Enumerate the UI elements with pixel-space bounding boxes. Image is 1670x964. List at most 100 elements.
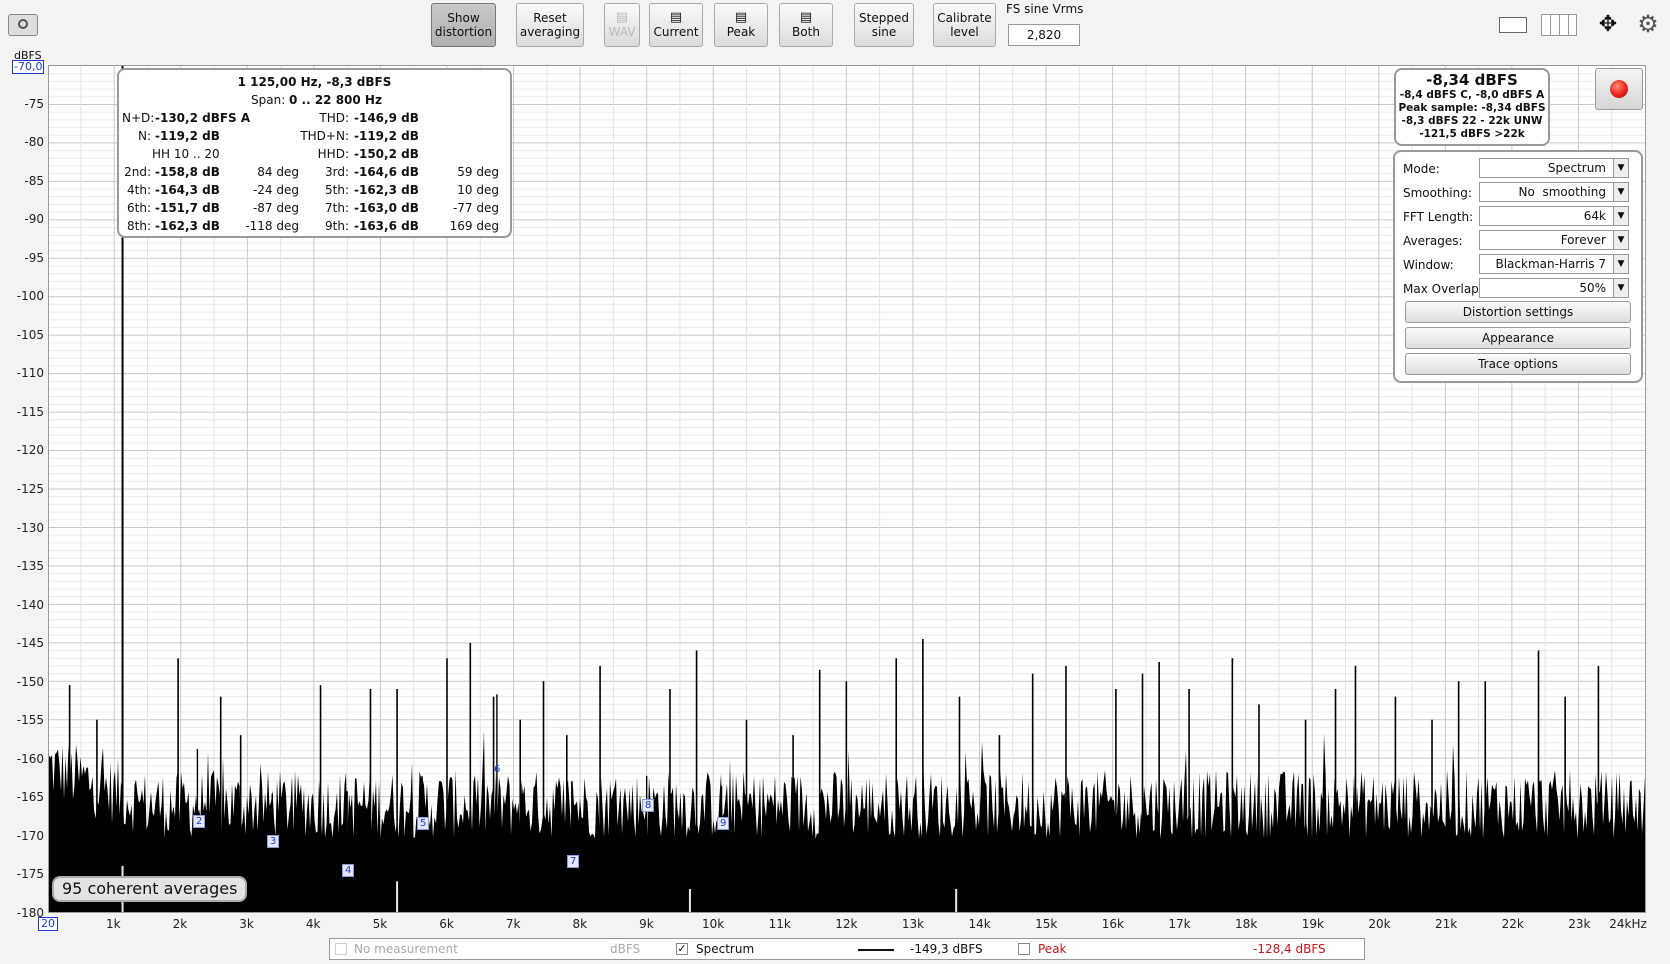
harmonic-level: -163,6 dB (354, 219, 419, 233)
harmonic-marker-8[interactable]: 8 (642, 799, 655, 812)
gear-icon[interactable]: ⚙ (1634, 10, 1662, 38)
mode-value: Spectrum (1547, 161, 1606, 175)
harmonic-phase: 84 deg (257, 165, 299, 179)
harmonic-level: -162,3 dB (155, 219, 220, 233)
fs-sine-label: FS sine Vrms (1006, 2, 1084, 16)
span-label: Span: (251, 93, 286, 107)
averages-select[interactable]: Forever ▼ (1479, 230, 1629, 250)
spectrum-checkbox[interactable]: ✓ (676, 943, 688, 955)
level-line-4: -121,5 dBFS >22k (1419, 128, 1525, 140)
fs-sine-input[interactable]: 2,820 (1008, 24, 1080, 46)
span-value: 0 .. 22 800 Hz (289, 93, 382, 107)
split-view-icon[interactable] (1541, 14, 1577, 36)
analyzer-settings-panel: Mode: Spectrum ▼ Smoothing: No smoothing ▼… (1393, 150, 1643, 383)
harmonic-marker-3[interactable]: 3 (267, 835, 280, 848)
y-axis-top-value[interactable]: -70,0 (12, 60, 45, 74)
harmonic-label: 5th: (325, 183, 349, 197)
fft-length-select[interactable]: 64k ▼ (1479, 206, 1629, 226)
floppy-disk-icon: ▤ (615, 10, 629, 25)
x-tick-label: 9k (639, 917, 654, 931)
save-both-button[interactable]: ▤ Both (779, 3, 833, 47)
harmonic-marker-2[interactable]: 2 (193, 815, 206, 828)
chevron-down-icon: ▼ (1613, 158, 1629, 178)
snapshot-camera-icon[interactable] (8, 14, 38, 36)
harmonic-phase: -77 deg (452, 201, 499, 215)
appearance-button[interactable]: Appearance (1405, 327, 1631, 349)
show-distortion-label: Show distortion (434, 11, 493, 39)
chevron-down-icon: ▼ (1613, 254, 1629, 274)
x-tick-label: 7k (505, 917, 521, 931)
harmonic-marker-6[interactable]: 6 (492, 764, 502, 775)
harmonic-label: 4th: (127, 183, 151, 197)
max-overlap-select[interactable]: 50% ▼ (1479, 278, 1629, 298)
no-measurement-checkbox[interactable] (335, 943, 347, 955)
y-tick-label: -100 (16, 289, 44, 304)
thd-value: -146,9 dB (354, 111, 419, 125)
calibrate-level-button[interactable]: Calibrate level (933, 3, 996, 47)
fft-length-label: FFT Length: (1403, 210, 1474, 224)
mode-select[interactable]: Spectrum ▼ (1479, 158, 1629, 178)
harmonic-marker-9[interactable]: 9 (717, 817, 730, 830)
show-distortion-button[interactable]: Show distortion (431, 3, 496, 47)
hhd-label: HHD: (317, 147, 349, 161)
x-tick-label: 15k (1035, 917, 1058, 931)
chevron-down-icon: ▼ (1613, 182, 1629, 202)
level-readout-panel: -8,34 dBFS -8,4 dBFS C, -8,0 dBFS A Peak… (1394, 68, 1550, 146)
x-tick-label: 23k (1568, 917, 1591, 931)
harmonic-label: 6th: (127, 201, 151, 215)
y-tick-label: -85 (24, 173, 44, 188)
save-wav-button[interactable]: ▤ WAV (604, 3, 640, 47)
harmonic-phase: 169 deg (449, 219, 499, 233)
y-tick-label: -160 (16, 751, 44, 766)
x-tick-label: 11k (768, 917, 791, 931)
stepped-sine-button[interactable]: Stepped sine (854, 3, 914, 47)
y-tick-label: -115 (16, 404, 44, 419)
harmonic-marker-5[interactable]: 5 (417, 817, 430, 830)
harmonic-level: -164,6 dB (354, 165, 419, 179)
x-tick-label: 14k (968, 917, 991, 931)
window-select[interactable]: Blackman-Harris 7 ▼ (1479, 254, 1629, 274)
calibrate-level-label: Calibrate level (937, 11, 992, 39)
save-current-button[interactable]: ▤ Current (649, 3, 703, 47)
peak-checkbox[interactable] (1018, 943, 1030, 955)
distortion-settings-button[interactable]: Distortion settings (1405, 301, 1631, 323)
y-tick-label: -105 (16, 327, 44, 342)
x-axis-first-value[interactable]: 20 (38, 917, 58, 931)
y-tick-label: -175 (16, 867, 44, 882)
y-tick-label: -120 (16, 443, 44, 458)
x-tick-label: 16k (1101, 917, 1124, 931)
nd-value: -130,2 dBFS A (155, 111, 251, 125)
x-tick-label: 4k (305, 917, 321, 931)
pan-zoom-arrows-icon[interactable]: ✥ (1590, 10, 1626, 40)
harmonic-label: 2nd: (124, 165, 151, 179)
y-tick-label: -135 (16, 559, 44, 574)
harmonic-level: -163,0 dB (354, 201, 419, 215)
max-overlap-row: Max Overlap: 50% ▼ (1403, 278, 1633, 300)
spectrum-label: Spectrum (696, 942, 755, 956)
floppy-disk-icon: ▤ (734, 10, 748, 25)
smoothing-select[interactable]: No smoothing ▼ (1479, 182, 1629, 202)
x-tick-label: 3k (239, 917, 254, 931)
harmonic-marker-7[interactable]: 7 (567, 855, 580, 868)
reset-averaging-label: Reset averaging (519, 11, 581, 39)
harmonic-marker-4[interactable]: 4 (342, 864, 355, 877)
thd-label: THD: (319, 111, 349, 125)
harmonic-phase: 59 deg (457, 165, 499, 179)
smoothing-row: Smoothing: No smoothing ▼ (1403, 182, 1633, 204)
save-peak-button[interactable]: ▤ Peak (714, 3, 768, 47)
level-main-value: -8,34 dBFS (1426, 71, 1518, 89)
smoothing-value: No smoothing (1518, 185, 1606, 199)
record-button[interactable] (1595, 68, 1643, 110)
floppy-disk-icon: ▤ (669, 10, 683, 25)
x-tick-label: 24kHz (1609, 917, 1647, 931)
max-overlap-label: Max Overlap: (1403, 282, 1483, 296)
layout-toggle-icon[interactable] (1495, 14, 1529, 36)
x-tick-label: 8k (572, 917, 588, 931)
hh-range-label: HH 10 .. 20 (152, 147, 220, 161)
x-tick-label: 13k (901, 917, 925, 931)
trace-options-button[interactable]: Trace options (1405, 353, 1631, 375)
reset-averaging-button[interactable]: Reset averaging (516, 3, 584, 47)
fft-length-value: 64k (1583, 209, 1606, 223)
spectrum-value: -149,3 dBFS (910, 942, 983, 956)
level-line-2: Peak sample: -8,34 dBFS (1398, 102, 1546, 114)
